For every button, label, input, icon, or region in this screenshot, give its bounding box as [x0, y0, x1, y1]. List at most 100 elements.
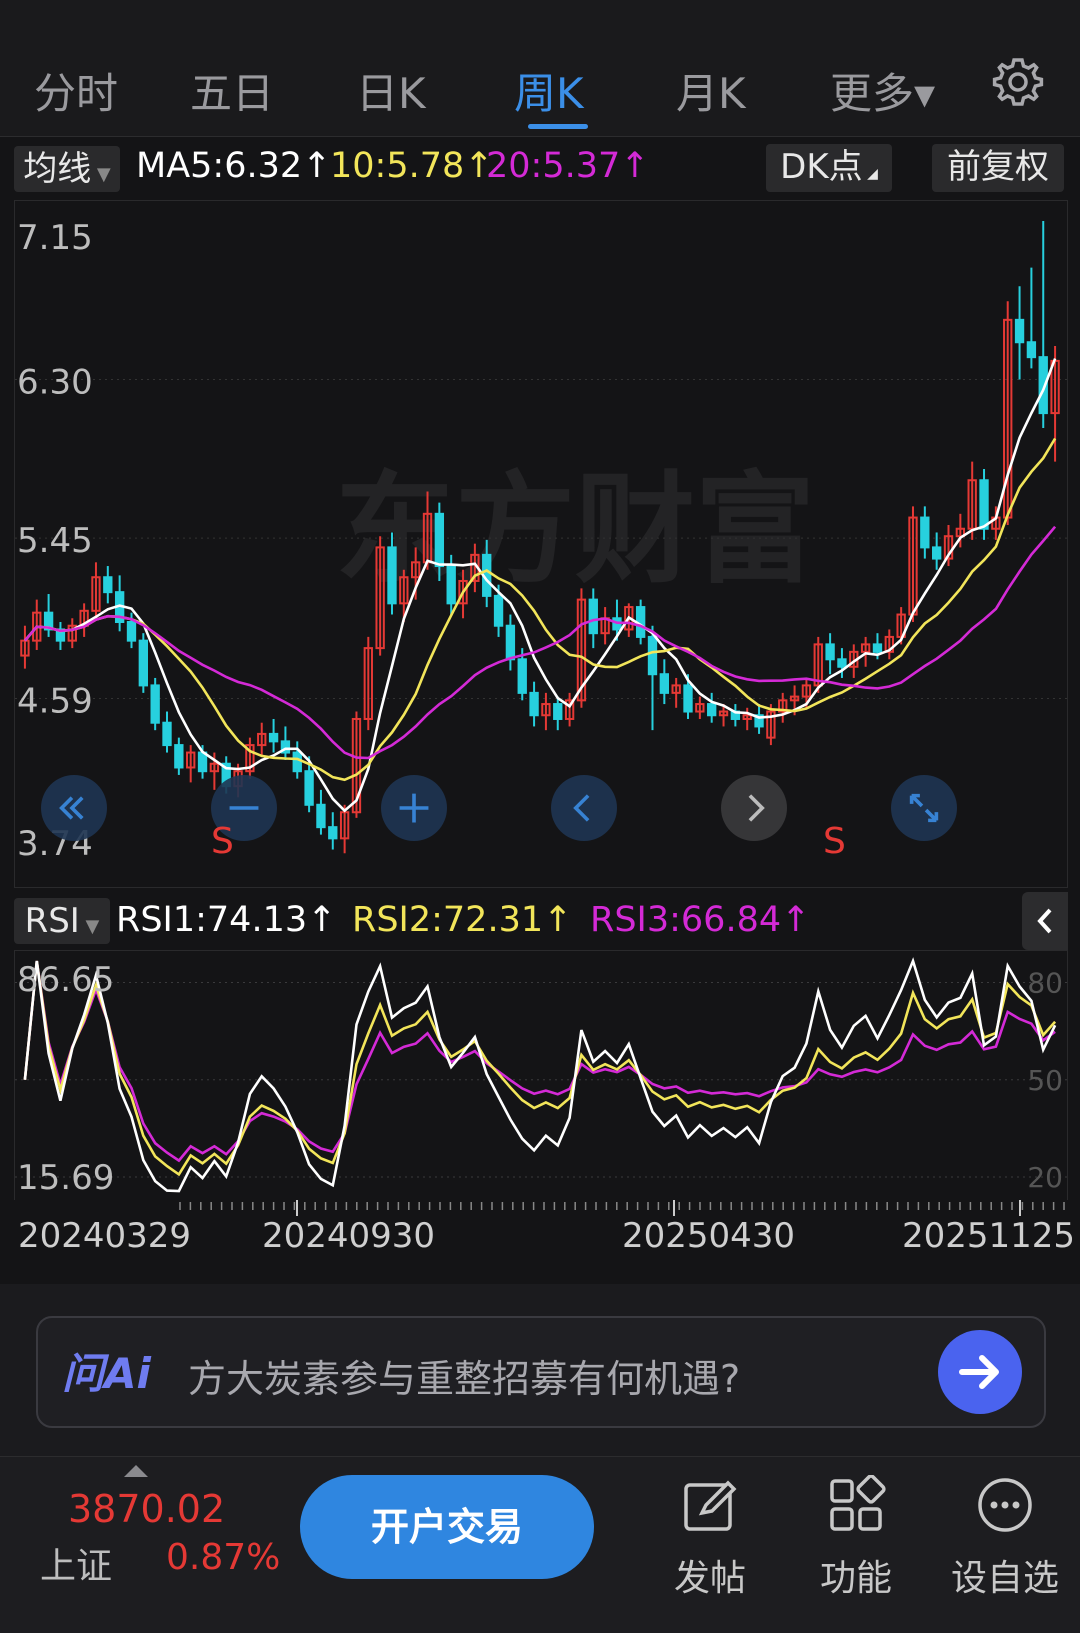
candle-down [292, 751, 302, 773]
candle-down [683, 684, 693, 713]
tab-five-day[interactable]: 五日 [190, 60, 274, 121]
ma20-value: 20:5.37↑ [486, 146, 650, 186]
candle-down [659, 673, 670, 694]
scroll-left-button[interactable] [551, 775, 617, 841]
tab-daily-k[interactable]: 日K [356, 60, 426, 121]
candle-down [103, 576, 113, 594]
add-watchlist-label: 设自选 [950, 1558, 1059, 1599]
candle-down [872, 643, 883, 653]
dropdown-caret-icon: ▼ [91, 164, 111, 185]
price-tick-label: 7.15 [17, 218, 93, 258]
chevron-left-icon [573, 794, 590, 822]
date-label: 20251125 [902, 1216, 1076, 1256]
rsi-tick-label: 86.65 [17, 960, 114, 1000]
arrow-right-icon [959, 1355, 999, 1389]
expand-icon [909, 793, 939, 823]
ma-indicator-bar: 均线 ▼ MA5:6.32↑ 10:5.78↑ 20:5.37↑ DK点 ◢ 前… [0, 140, 1080, 198]
rsi-chart[interactable]: 86.65 15.69 80 50 20 [14, 950, 1068, 1202]
corner-triangle-icon: ◢ [862, 166, 878, 182]
candle-down [553, 703, 563, 720]
index-value: 3870.02 [68, 1487, 226, 1531]
candle-down [138, 639, 149, 687]
rsi-selector[interactable]: RSI ▼ [14, 898, 110, 944]
bottom-bar: 3870.02 上证 0.87% 开户交易 发帖 功能 设自选 [0, 1456, 1080, 1633]
chevron-right-icon [748, 794, 765, 822]
tab-more[interactable]: 更多▾ [830, 60, 935, 121]
candle-down [979, 479, 989, 530]
adjust-price-button[interactable]: 前复权 [932, 144, 1064, 192]
add-watchlist-button[interactable]: 设自选 [940, 1465, 1070, 1615]
candle-down [446, 565, 456, 605]
candle-down [268, 732, 279, 743]
rsi-ref-label: 20 [1027, 1161, 1063, 1194]
tab-intraday[interactable]: 分时 [34, 60, 118, 121]
price-tick-label: 6.30 [17, 363, 93, 403]
sell-signal-marker: S [211, 821, 234, 862]
plus-icon [399, 793, 429, 823]
tab-weekly-k[interactable]: 周K [514, 60, 584, 121]
rsi2-value: RSI2:72.31↑ [352, 900, 573, 940]
tab-monthly-k[interactable]: 月K [676, 60, 746, 121]
candle-down [162, 721, 172, 747]
rsi1-line [23, 957, 1057, 1193]
candle-down [174, 744, 184, 769]
ma5-value: MA5:6.32↑ [136, 146, 332, 186]
functions-button[interactable]: 功能 [791, 1465, 921, 1615]
fullscreen-button[interactable] [891, 775, 957, 841]
candle-down [493, 594, 504, 627]
price-tick-label: 5.45 [17, 521, 93, 561]
candle-down [387, 546, 397, 605]
candle-down [529, 691, 539, 717]
dk-point-button[interactable]: DK点 ◢ [766, 144, 892, 192]
rsi-indicator-bar: RSI ▼ RSI1:74.13↑ RSI2:72.31↑ RSI3:66.84… [0, 892, 1080, 950]
sell-signal-marker: S [823, 821, 846, 862]
scroll-right-button[interactable] [721, 775, 787, 841]
candle-down [588, 598, 598, 635]
rsi-svg: 86.65 15.69 80 50 20 [15, 957, 1067, 1198]
candle-down [837, 658, 847, 668]
candle-down [328, 826, 338, 840]
zoom-in-button[interactable] [381, 775, 447, 841]
price-tick-label: 4.59 [17, 681, 93, 721]
ask-ai-prompt[interactable]: 方大炭素参与重整招募有何机遇? [188, 1348, 740, 1403]
grid-icon [830, 1475, 886, 1531]
date-ticks [179, 1200, 1065, 1216]
ask-ai-logo: 问Ai [62, 1349, 151, 1398]
ask-ai-box[interactable]: 问Ai 方大炭素参与重整招募有何机遇? [36, 1316, 1046, 1428]
dropdown-caret-icon: ▼ [79, 916, 100, 937]
candle-down [647, 635, 658, 676]
candle-down [1026, 341, 1037, 359]
ask-ai-send-button[interactable] [938, 1330, 1022, 1414]
post-label: 发帖 [673, 1558, 746, 1599]
candle-down [1014, 318, 1025, 344]
date-axis: 20240329 20240930 20250430 20251125 [0, 1200, 1080, 1284]
dk-point-label: DK点 [780, 147, 863, 187]
chevron-left-icon [1037, 908, 1052, 934]
candle-down [126, 620, 137, 642]
post-button[interactable]: 发帖 [645, 1465, 775, 1615]
rsi1-value: RSI1:74.13↑ [116, 900, 337, 940]
indicator-selector[interactable]: 均线 ▼ [14, 146, 120, 192]
candlestick-chart[interactable]: 东方财富 7.15 6.30 5.45 4.59 3.74 S S [14, 200, 1068, 888]
period-tabs: 分时 五日 日K 周K 月K 更多▾ [0, 34, 1080, 137]
more-icon [978, 1478, 1032, 1532]
rsi-ref-label: 50 [1027, 1064, 1063, 1097]
open-account-button[interactable]: 开户交易 [300, 1475, 594, 1579]
date-label: 20250430 [622, 1216, 796, 1256]
candle-down [931, 546, 942, 560]
indicator-selector-label: 均线 [23, 149, 92, 189]
ma10-value: 10:5.78↑ [330, 146, 494, 186]
zoom-fast-back-button[interactable] [41, 775, 107, 841]
status-bar [0, 0, 1080, 34]
date-label: 20240329 [18, 1216, 192, 1256]
candle-down [316, 803, 326, 829]
rsi-ref-label: 80 [1027, 967, 1063, 1000]
active-tab-indicator [528, 124, 588, 129]
caret-up-icon [124, 1465, 148, 1477]
index-change: 0.87% [166, 1537, 281, 1578]
candle-down [920, 516, 930, 549]
index-name: 上证 [40, 1546, 113, 1587]
double-chevron-left-icon [59, 796, 84, 820]
collapse-panel-button[interactable] [1022, 892, 1068, 950]
gear-icon[interactable] [990, 54, 1046, 110]
